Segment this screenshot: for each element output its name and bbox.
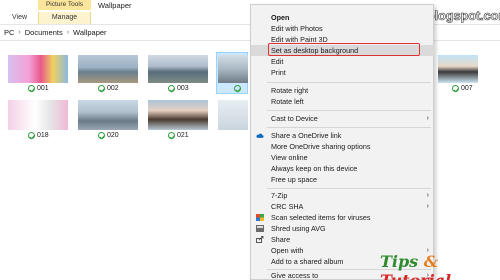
file-label-003[interactable]: 003 [168, 85, 189, 92]
file-label-004[interactable] [234, 85, 241, 92]
cloud-icon [256, 133, 264, 138]
menu-item-rotate-left[interactable]: Rotate left [251, 96, 435, 107]
file-label-021[interactable]: 021 [168, 132, 189, 139]
file-label-020[interactable]: 020 [98, 132, 119, 139]
menu-item-cast-to-device[interactable]: Cast to Device › [251, 113, 435, 124]
menu-separator [267, 82, 431, 83]
sync-ok-icon [168, 132, 175, 139]
sync-ok-icon [98, 85, 105, 92]
menu-item-crc-sha[interactable]: CRC SHA › [251, 201, 435, 212]
thumbnail-003[interactable] [148, 55, 208, 83]
chevron-right-icon: › [18, 29, 21, 36]
file-label-007[interactable]: 007 [452, 85, 473, 92]
menu-item-view-online[interactable]: View online [251, 152, 435, 163]
tab-manage[interactable]: Manage [38, 12, 91, 24]
breadcrumb-documents[interactable]: Documents [25, 28, 63, 37]
menu-item-onedrive-sharing-options[interactable]: More OneDrive sharing options [251, 141, 435, 152]
menu-item-scan-viruses[interactable]: Scan selected items for viruses [251, 212, 435, 223]
menu-item-edit-photos[interactable]: Edit with Photos [251, 23, 435, 34]
sync-ok-icon [28, 132, 35, 139]
breadcrumb-pc[interactable]: PC [4, 28, 14, 37]
menu-item-print[interactable]: Print [251, 67, 435, 78]
menu-item-free-up-space[interactable]: Free up space [251, 174, 435, 185]
chevron-right-icon: › [426, 115, 429, 122]
thumbnail-020[interactable] [78, 100, 138, 130]
chevron-right-icon: › [426, 192, 429, 199]
sync-ok-icon [452, 85, 459, 92]
menu-item-7zip[interactable]: 7-Zip › [251, 190, 435, 201]
sync-ok-icon [168, 85, 175, 92]
menu-item-always-keep[interactable]: Always keep on this device [251, 163, 435, 174]
thumbnail-007[interactable] [438, 55, 478, 83]
thumbnail-018[interactable] [8, 100, 68, 130]
file-label-018[interactable]: 018 [28, 132, 49, 139]
menu-item-open[interactable]: Open [251, 12, 435, 23]
chevron-right-icon: › [66, 29, 70, 36]
picture-tools-label: Picture Tools [38, 0, 91, 10]
highlight-annotation [268, 43, 420, 56]
thumbnail-001[interactable] [8, 55, 68, 83]
thumbnail-partial[interactable] [218, 100, 248, 130]
watermark-logo: Tips & Tutorial [380, 252, 451, 280]
tab-view[interactable]: View [12, 12, 27, 24]
menu-item-edit[interactable]: Edit [251, 56, 435, 67]
ribbon-title: Wallpaper [98, 1, 132, 10]
sync-ok-icon [98, 132, 105, 139]
defender-icon [256, 214, 264, 221]
menu-separator [267, 127, 431, 128]
breadcrumb-wallpaper[interactable]: Wallpaper [73, 28, 107, 37]
avg-icon [256, 225, 264, 232]
file-label-002[interactable]: 002 [98, 85, 119, 92]
chevron-right-icon: › [426, 203, 429, 210]
menu-item-shred-avg[interactable]: Shred using AVG [251, 223, 435, 234]
menu-item-share-onedrive-link[interactable]: Share a OneDrive link [251, 130, 435, 141]
sync-ok-icon [234, 85, 241, 92]
file-label-001[interactable]: 001 [28, 85, 49, 92]
menu-separator [267, 188, 431, 189]
share-icon [256, 236, 264, 243]
menu-separator [267, 110, 431, 111]
thumbnail-021[interactable] [148, 100, 208, 130]
thumbnail-004[interactable] [218, 55, 248, 83]
thumbnail-002[interactable] [78, 55, 138, 83]
menu-item-share[interactable]: Share [251, 234, 435, 245]
sync-ok-icon [28, 85, 35, 92]
menu-item-rotate-right[interactable]: Rotate right [251, 85, 435, 96]
